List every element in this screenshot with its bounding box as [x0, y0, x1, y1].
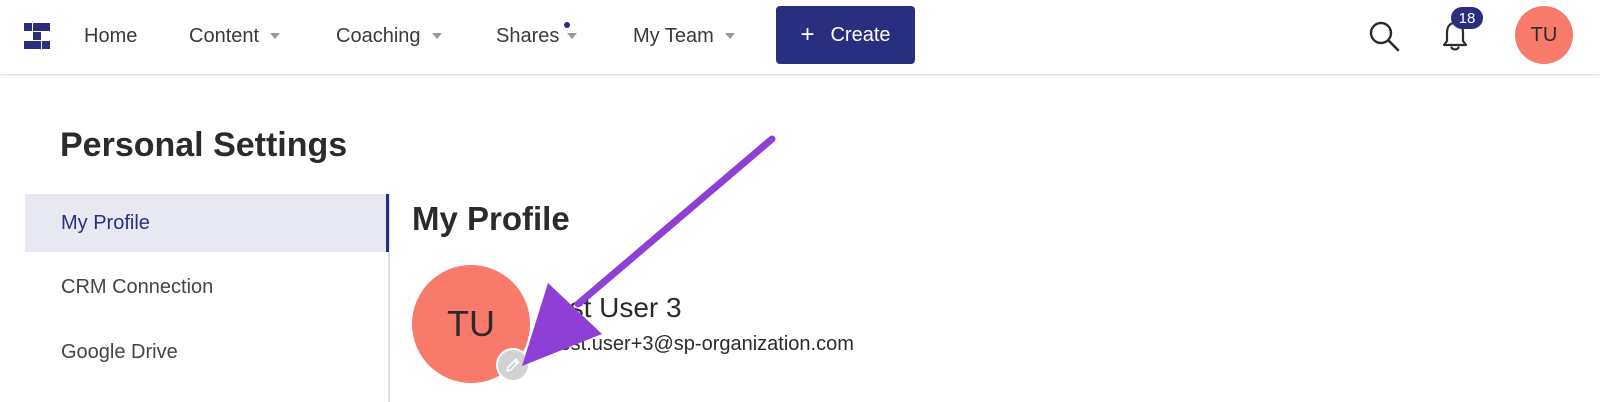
- page-title: Personal Settings: [60, 126, 348, 164]
- sidebar-item-label: My Profile: [61, 211, 150, 234]
- nav-shares[interactable]: Shares: [496, 22, 578, 50]
- user-avatar[interactable]: TU: [1515, 6, 1573, 64]
- sidebar-item-label: Google Drive: [61, 340, 178, 363]
- top-navigation-bar: Home Content Coaching Shares My Team + C…: [0, 0, 1600, 75]
- notification-badge: 18: [1451, 7, 1483, 29]
- nav-content-label: Content: [189, 24, 260, 47]
- logo-icon[interactable]: [24, 23, 50, 49]
- unread-dot: [564, 22, 570, 28]
- caret-down-icon: [270, 33, 281, 39]
- nav-home-label: Home: [84, 24, 138, 47]
- user-email: test.user+3@sp-organization.com: [554, 333, 854, 355]
- nav-coaching-label: Coaching: [336, 24, 421, 47]
- plus-icon: +: [800, 21, 815, 48]
- sidebar-item-my-profile[interactable]: My Profile: [25, 194, 389, 252]
- create-button[interactable]: + Create: [776, 6, 915, 64]
- search-icon[interactable]: [1368, 20, 1400, 52]
- settings-sidebar: My Profile CRM Connection Google Drive: [25, 194, 390, 402]
- nav-content[interactable]: Content: [189, 22, 281, 50]
- pencil-icon: [506, 358, 520, 372]
- section-title: My Profile: [412, 200, 570, 237]
- edit-avatar-button[interactable]: [496, 348, 530, 382]
- nav-shares-label: Shares: [496, 24, 560, 47]
- caret-down-icon: [724, 33, 735, 39]
- create-button-label: Create: [830, 23, 891, 46]
- sidebar-item-label: CRM Connection: [61, 275, 214, 298]
- caret-down-icon: [567, 33, 578, 39]
- caret-down-icon: [431, 33, 442, 39]
- user-name: est User 3: [554, 292, 682, 323]
- nav-home[interactable]: Home: [84, 22, 137, 50]
- nav-my-team[interactable]: My Team: [633, 22, 735, 50]
- sidebar-item-crm-connection[interactable]: CRM Connection: [25, 258, 387, 316]
- nav-coaching[interactable]: Coaching: [336, 22, 442, 50]
- nav-my-team-label: My Team: [633, 24, 714, 47]
- sidebar-item-google-drive[interactable]: Google Drive: [25, 323, 387, 381]
